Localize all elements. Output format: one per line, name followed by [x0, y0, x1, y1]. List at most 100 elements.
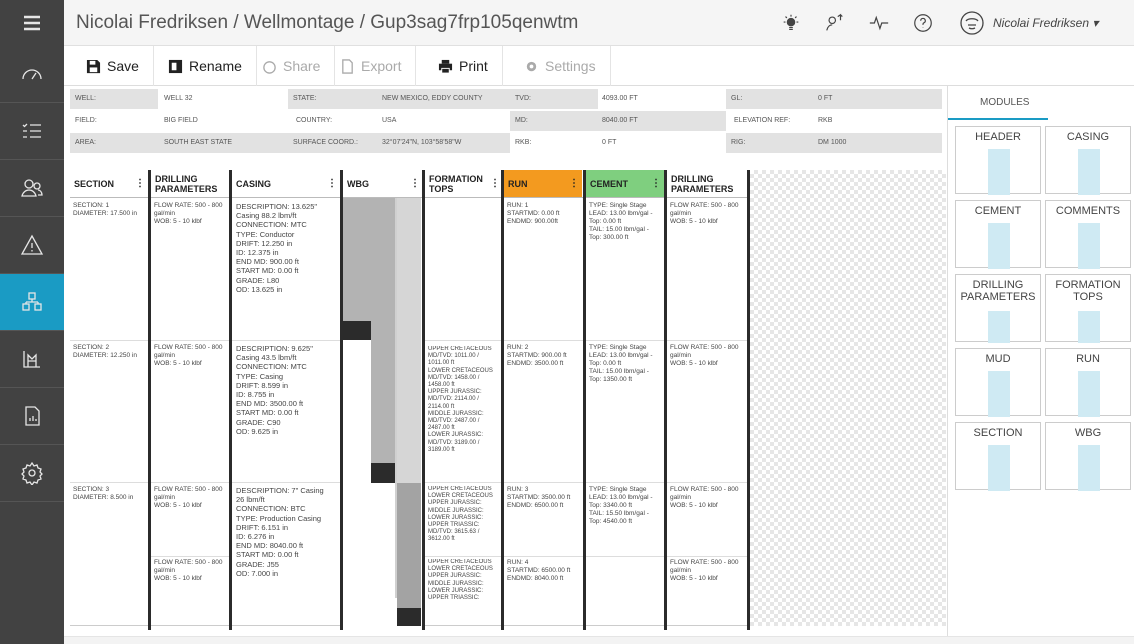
horizontal-scrollbar[interactable] [64, 636, 1134, 644]
drilling-cell: FLOW RATE: 500 - 800 gal/min WOB: 5 - 10… [154, 344, 223, 367]
save-label: Save [107, 58, 139, 74]
info-value: RKB [818, 117, 833, 124]
column-header-drilling[interactable]: DRILLING PARAMETERS [151, 170, 229, 197]
info-value: WELL 32 [164, 95, 193, 102]
info-label: WELL: [70, 89, 158, 109]
info-value: BIG FIELD [164, 117, 198, 124]
module-label: RUN [1076, 353, 1100, 365]
formation-cell: UPPER CRETACEOUS LOWER CRETACEOUS UPPER … [428, 559, 493, 602]
run-cell: RUN: 1 STARTMD: 0.00 ft ENDMD: 900.00ft [507, 202, 560, 225]
info-label: FIELD: [75, 117, 97, 124]
module-card[interactable]: MUD [955, 348, 1041, 417]
casing-cell: DESCRIPTION: 9.625" Casing 43.5 lbm/ft C… [236, 344, 313, 436]
module-card[interactable]: HEADER [955, 126, 1041, 195]
export-button[interactable]: Export [326, 46, 417, 86]
drilling-cell: FLOW RATE: 500 - 800 gal/min WOB: 5 - 10… [154, 559, 223, 582]
checklist-icon[interactable] [0, 103, 64, 160]
menu-icon[interactable] [0, 0, 64, 46]
well-info-grid: WELL: WELL 32 STATE: NEW MEXICO, EDDY CO… [70, 89, 942, 155]
share-icon [263, 60, 276, 74]
run-cell: RUN: 2 STARTMD: 900.00 ft ENDMD: 3500.00… [507, 344, 567, 367]
print-button[interactable]: Print [424, 46, 503, 86]
info-label: TVD: [510, 89, 598, 109]
lightbulb-icon[interactable] [780, 12, 802, 34]
export-label: Export [361, 58, 402, 74]
rename-label: Rename [189, 58, 242, 74]
module-label: CEMENT [974, 205, 1022, 217]
gauge-icon[interactable] [0, 46, 64, 103]
info-value: SOUTH EAST STATE [160, 133, 288, 153]
module-label: DRILLING PARAMETERS [960, 279, 1036, 303]
info-label: ELEVATION REF: [734, 117, 791, 124]
settings-button[interactable]: Settings [510, 46, 611, 86]
column-title: WBG [347, 178, 369, 189]
toolbar: Save Rename Share Export Print Settings [64, 46, 1134, 86]
drilling-cell: FLOW RATE: 500 - 800 gal/min WOB: 5 - 10… [670, 559, 739, 582]
column-menu-icon[interactable]: ⋮ [490, 179, 500, 189]
warning-icon[interactable] [0, 217, 64, 274]
column-header-cement[interactable]: CEMENT ⋮ [586, 170, 664, 197]
drilling-cell: FLOW RATE: 500 - 800 gal/min WOB: 5 - 10… [154, 486, 223, 509]
drilling-cell: FLOW RATE: 500 - 800 gal/min WOB: 5 - 10… [670, 344, 739, 367]
module-card[interactable]: FORMATION TOPS [1045, 274, 1131, 343]
rig-icon[interactable] [0, 331, 64, 388]
column-menu-icon[interactable]: ⋮ [327, 179, 337, 189]
module-label: WBG [1074, 427, 1102, 439]
info-value: 4093.00 FT [602, 95, 638, 102]
column-menu-icon[interactable]: ⋮ [569, 179, 579, 189]
column-header-casing[interactable]: CASING ⋮ [232, 170, 340, 197]
share-button[interactable]: Share [248, 46, 336, 86]
column-header-drilling-2[interactable]: DRILLING PARAMETERS [667, 170, 747, 197]
module-label: FORMATION TOPS [1055, 279, 1121, 303]
formation-cell: UPPER CRETACEOUS LOWER CRETACEOUS UPPER … [428, 486, 493, 543]
module-card[interactable]: CEMENT [955, 200, 1041, 269]
column-menu-icon[interactable]: ⋮ [135, 179, 145, 189]
module-card[interactable]: COMMENTS [1045, 200, 1131, 269]
module-card[interactable]: CASING [1045, 126, 1131, 195]
column-header-formation[interactable]: FORMATION TOPS ⋮ [425, 170, 503, 197]
column-header-run[interactable]: RUN ⋮ [504, 170, 582, 197]
module-card[interactable]: RUN [1045, 348, 1131, 417]
section-cell: SECTION: 2 DIAMETER: 12.250 in [73, 344, 137, 359]
user-switch-icon[interactable] [824, 12, 846, 34]
module-card[interactable]: DRILLING PARAMETERS [955, 274, 1041, 343]
schematic-icon[interactable] [0, 274, 64, 331]
column-header-wbg[interactable]: WBG ⋮ [343, 170, 423, 197]
wellbore-table: SECTION ⋮ DRILLING PARAMETERS CASING ⋮ WBG… [70, 170, 750, 630]
page-title: Nicolai Fredriksen / Wellmontage / Gup3s… [76, 12, 579, 33]
module-label: COMMENTS [1055, 205, 1121, 217]
column-menu-icon[interactable]: ⋮ [651, 179, 661, 189]
user-menu[interactable]: Nicolai Fredriksen ▾ [993, 16, 1098, 30]
tab-modules[interactable]: MODULES [948, 86, 1048, 120]
module-card[interactable]: SECTION [955, 422, 1041, 491]
rename-button[interactable]: Rename [154, 46, 257, 86]
settings-icon[interactable] [0, 445, 64, 502]
empty-canvas-area [750, 170, 946, 626]
activity-icon[interactable] [868, 12, 890, 34]
info-value: USA [382, 117, 397, 124]
users-icon[interactable] [0, 160, 64, 217]
module-label: CASING [1066, 131, 1110, 143]
module-card[interactable]: WBG [1045, 422, 1131, 491]
drilling-cell: FLOW RATE: 500 - 800 gal/min WOB: 5 - 10… [670, 486, 739, 509]
column-menu-icon[interactable]: ⋮ [410, 179, 420, 189]
info-value: NEW MEXICO, EDDY COUNTY [378, 89, 508, 109]
cement-cell: TYPE: Single Stage LEAD: 13.00 lbm/gal -… [589, 344, 653, 383]
info-value: 8040.00 FT [598, 111, 726, 131]
info-label: RKB: [515, 139, 532, 146]
column-header-section[interactable]: SECTION ⋮ [70, 170, 148, 197]
help-icon[interactable] [912, 12, 934, 34]
avatar[interactable] [959, 10, 985, 36]
module-label: SECTION [973, 427, 1023, 439]
column-title: SECTION [74, 178, 115, 189]
settings-label: Settings [545, 58, 596, 74]
rename-icon [168, 59, 183, 73]
drilling-cell: FLOW RATE: 500 - 800 gal/min WOB: 5 - 10… [154, 202, 223, 225]
report-icon[interactable] [0, 388, 64, 445]
column-title: DRILLING PARAMETERS [155, 173, 218, 194]
section-cell: SECTION: 1 DIAMETER: 17.500 in [73, 202, 137, 217]
print-label: Print [459, 58, 488, 74]
info-label: COUNTRY: [296, 117, 333, 124]
gear-icon [526, 61, 537, 71]
save-button[interactable]: Save [72, 46, 154, 86]
